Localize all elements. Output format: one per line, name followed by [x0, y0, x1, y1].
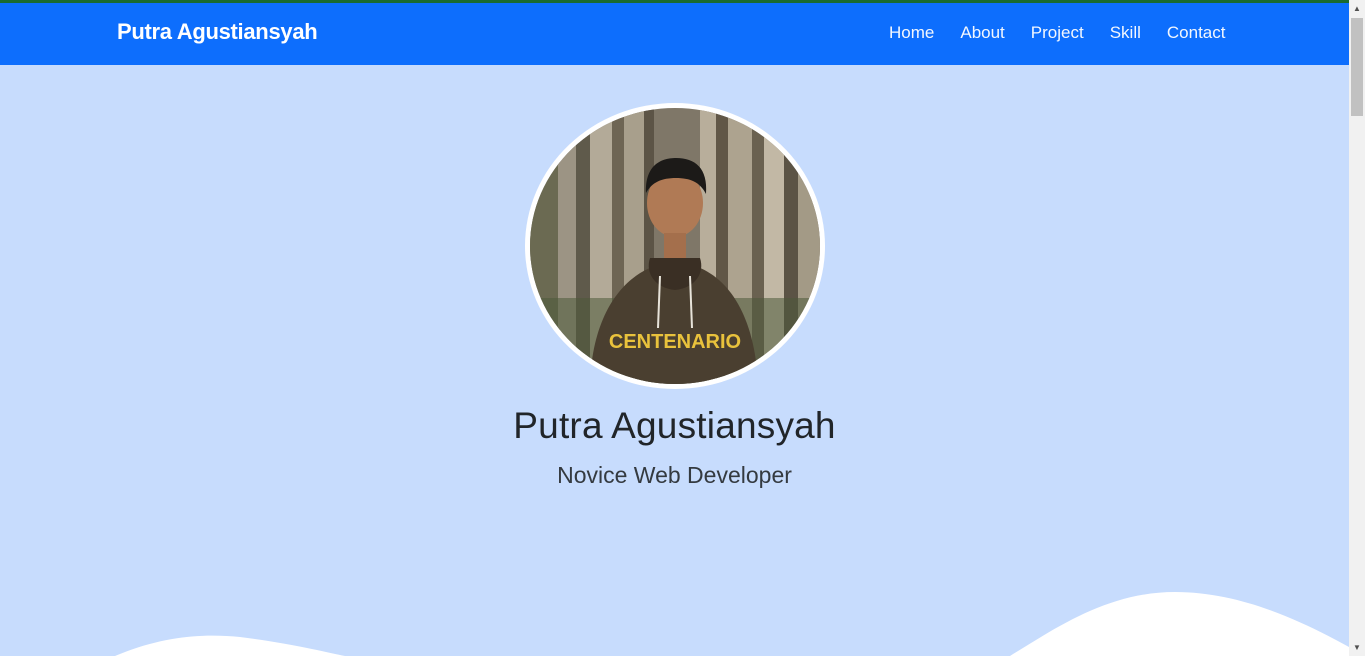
nav-links: Home About Project Skill Contact [876, 23, 1238, 43]
arrow-up-icon[interactable]: ▲ [1349, 0, 1365, 17]
scrollbar[interactable]: ▲ ▼ [1349, 0, 1365, 656]
profile-photo-frame: CENTENARIO [525, 103, 825, 389]
nav-link-home[interactable]: Home [876, 23, 947, 43]
photo-shirt-text: CENTENARIO [609, 331, 741, 353]
nav-link-project[interactable]: Project [1018, 23, 1097, 43]
hero-section: CENTENARIO Putra Agustiansyah Novice Web… [0, 65, 1349, 656]
scrollbar-thumb[interactable] [1351, 18, 1363, 116]
hero-role: Novice Web Developer [557, 462, 792, 488]
navbar: Putra Agustiansyah Home About Project Sk… [0, 3, 1349, 65]
hero-name: Putra Agustiansyah [513, 405, 836, 446]
nav-link-about[interactable]: About [947, 23, 1017, 43]
nav-link-skill[interactable]: Skill [1097, 23, 1154, 43]
nav-link-contact[interactable]: Contact [1154, 23, 1239, 43]
profile-photo: CENTENARIO [530, 108, 820, 384]
arrow-down-icon[interactable]: ▼ [1349, 639, 1365, 656]
navbar-brand[interactable]: Putra Agustiansyah [117, 19, 318, 45]
